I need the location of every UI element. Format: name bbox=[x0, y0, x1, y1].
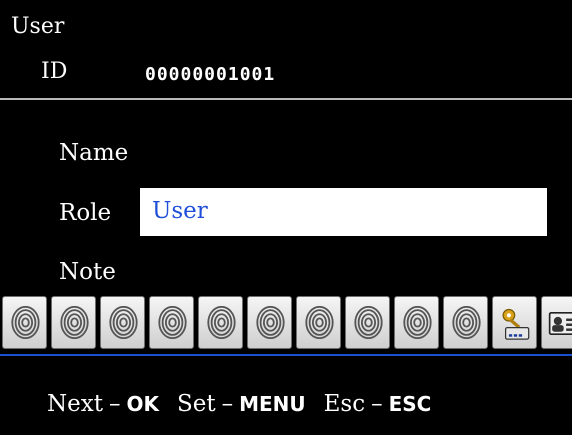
fingerprint-icon[interactable] bbox=[394, 296, 439, 349]
ok-key-hint[interactable]: OK bbox=[126, 392, 159, 416]
role-field-label[interactable]: Role bbox=[59, 200, 111, 226]
fingerprint-icon[interactable] bbox=[443, 296, 488, 349]
set-hint-label: Set bbox=[176, 391, 216, 417]
fingerprint-icon[interactable] bbox=[100, 296, 145, 349]
strip-divider bbox=[0, 354, 572, 356]
id-card-icon[interactable] bbox=[541, 296, 572, 349]
hint-separator: – bbox=[108, 391, 121, 417]
hint-separator: – bbox=[221, 391, 234, 417]
user-id-value: 00000001001 bbox=[145, 64, 276, 85]
hint-separator: – bbox=[371, 391, 383, 417]
next-hint-label: Next bbox=[47, 391, 103, 417]
fingerprint-icon[interactable] bbox=[247, 296, 292, 349]
fingerprint-icon[interactable] bbox=[345, 296, 390, 349]
role-selected-value: User bbox=[152, 198, 208, 224]
header-divider bbox=[0, 98, 572, 100]
key-card-icon[interactable] bbox=[492, 296, 537, 349]
user-id-label: ID bbox=[41, 59, 68, 84]
fingerprint-icon[interactable] bbox=[51, 296, 96, 349]
role-selector[interactable]: User bbox=[140, 188, 547, 236]
screen-title: User bbox=[11, 14, 65, 39]
fingerprint-icon-strip bbox=[0, 292, 572, 352]
fingerprint-icon[interactable] bbox=[2, 296, 47, 349]
esc-hint-label: Esc bbox=[323, 391, 366, 417]
note-field-label[interactable]: Note bbox=[59, 259, 116, 285]
esc-key-hint[interactable]: ESC bbox=[389, 392, 432, 416]
fingerprint-icon[interactable] bbox=[198, 296, 243, 349]
footer-hints: Next – OK Set – MENU Esc – ESC bbox=[47, 391, 431, 417]
fingerprint-icon[interactable] bbox=[149, 296, 194, 349]
menu-key-hint[interactable]: MENU bbox=[239, 392, 306, 416]
name-field-label[interactable]: Name bbox=[59, 140, 128, 166]
fingerprint-icon[interactable] bbox=[296, 296, 341, 349]
